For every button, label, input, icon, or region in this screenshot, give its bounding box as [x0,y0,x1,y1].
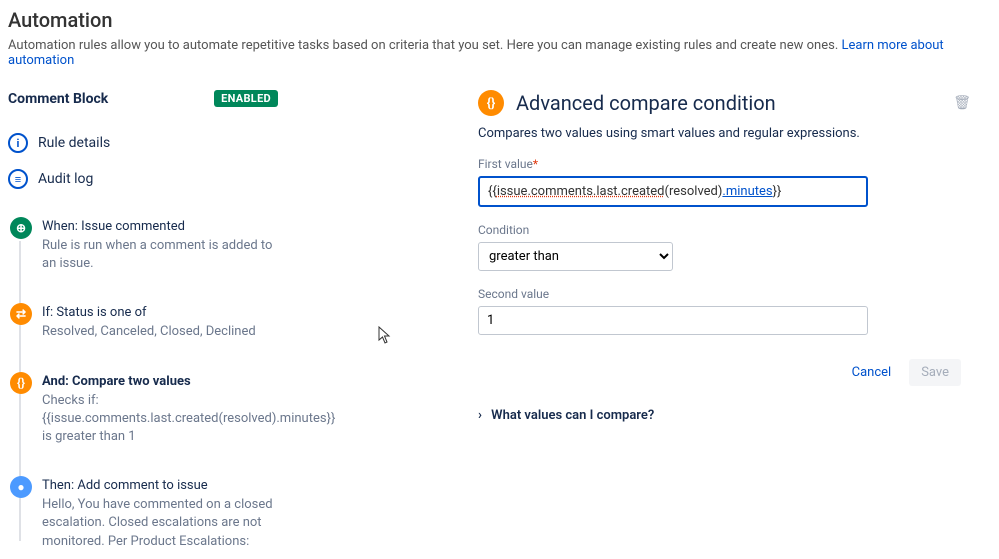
first-value-input[interactable]: {{issue.comments.last.created(resolved).… [478,176,868,207]
nav-label: Rule details [38,135,110,151]
chain-title: If: Status is one of [42,303,278,320]
chain-title: When: Issue commented [42,217,278,234]
trigger-item[interactable]: ⊕ When: Issue commented Rule is run when… [10,217,278,273]
chain-subtitle: Hello, You have commented on a closed es… [42,496,278,551]
panel-description: Compares two values using smart values a… [478,126,971,141]
chain-subtitle: Rule is run when a comment is added to a… [42,237,278,273]
help-expander[interactable]: What values can I compare? [478,408,971,423]
list-icon: ≡ [8,169,28,189]
chain-title: And: Compare two values [42,372,278,389]
info-icon: i [8,133,28,153]
nav-label: Audit log [38,171,93,187]
delete-icon[interactable]: 🗑 [953,95,971,111]
braces-icon: {} [478,90,504,116]
second-value-input[interactable] [478,306,868,335]
chain-subtitle: Checks if: {{issue.comments.last.created… [42,392,278,447]
panel-title: Advanced compare condition [516,91,945,115]
save-button[interactable]: Save [909,359,961,386]
action-icon: ● [10,476,32,498]
rule-name: Comment Block [8,91,108,107]
page-title: Automation [8,8,991,32]
action-comment-item[interactable]: ● Then: Add comment to issue Hello, You … [10,476,278,551]
second-value-label: Second value [478,287,971,301]
detail-panel: {} Advanced compare condition 🗑 Compares… [308,90,991,551]
cancel-button[interactable]: Cancel [840,359,904,386]
nav-rule-details[interactable]: i Rule details [8,125,278,161]
condition-compare-item[interactable]: {} And: Compare two values Checks if: {{… [10,372,278,447]
rule-chain: ⊕ When: Issue commented Rule is run when… [8,217,278,551]
chain-subtitle: Resolved, Canceled, Closed, Declined [42,323,278,341]
rule-sidebar: Comment Block ENABLED i Rule details ≡ A… [8,90,278,551]
page-header: Automation Automation rules allow you to… [8,8,991,68]
first-value-label: First value* [478,157,971,171]
branch-icon: ⇄ [10,303,32,325]
trigger-icon: ⊕ [10,217,32,239]
condition-select[interactable]: greater than [478,242,673,271]
nav-audit-log[interactable]: ≡ Audit log [8,161,278,197]
condition-label: Condition [478,223,971,237]
braces-icon: {} [10,372,32,394]
page-description: Automation rules allow you to automate r… [8,38,991,68]
condition-status-item[interactable]: ⇄ If: Status is one of Resolved, Cancele… [10,303,278,341]
status-badge: ENABLED [214,90,278,107]
chain-title: Then: Add comment to issue [42,476,278,493]
rule-header: Comment Block ENABLED [8,90,278,107]
